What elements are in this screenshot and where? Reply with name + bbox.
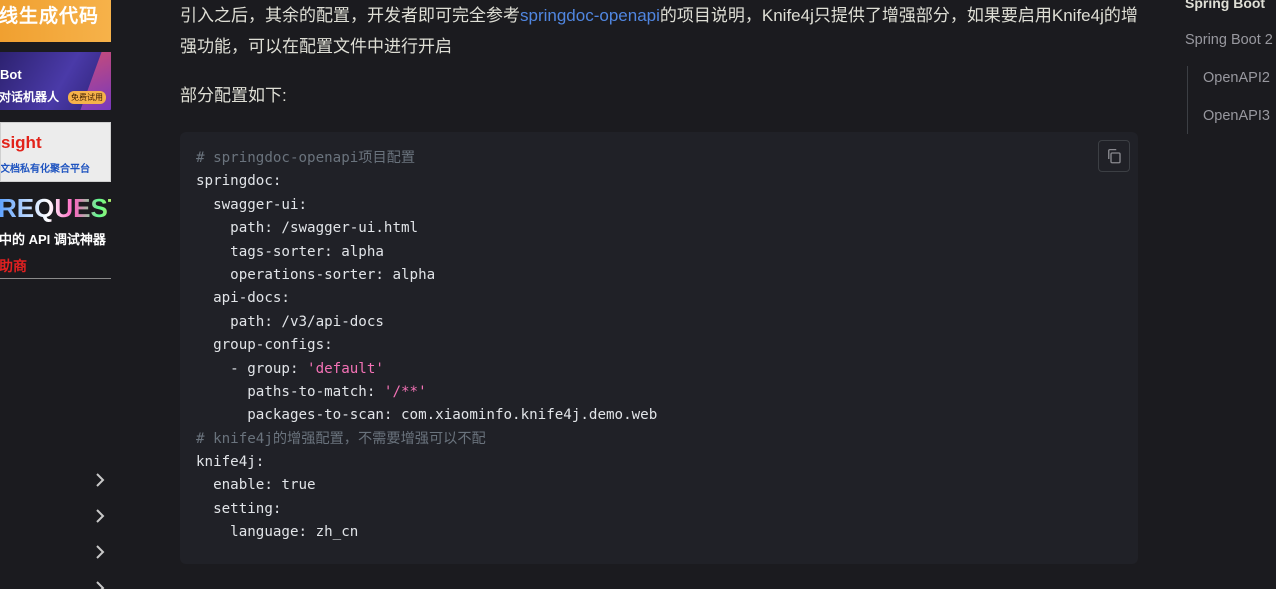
divider — [0, 278, 111, 279]
code-line: operations-sorter: alpha — [196, 266, 436, 283]
banner-text: 线生成代码 — [0, 6, 100, 27]
code-line: paths-to-match: '/**' — [196, 381, 657, 404]
left-sidebar: 线生成代码 Bot 对话机器人 免费试用 sight 文档私有化聚合平台 REQ… — [0, 0, 111, 589]
outline-indent-bar — [1187, 66, 1188, 134]
sponsor-banner-insight[interactable]: sight 文档私有化聚合平台 — [0, 122, 111, 182]
outline-item-openapi3[interactable]: OpenAPI3 — [1203, 108, 1270, 124]
code-line: group-configs: — [196, 337, 333, 354]
banner-subtitle: 文档私有化聚合平台 — [0, 164, 90, 175]
code-line: path: /v3/api-docs — [196, 313, 384, 330]
yaml-code-block: # springdoc-openapi项目配置 springdoc: swagge… — [180, 132, 1138, 564]
code-line: # springdoc-openapi项目配置 — [196, 150, 416, 166]
banner-title: sight — [1, 133, 42, 152]
code-key: paths-to-match: — [196, 383, 384, 400]
code-line: tags-sorter: alpha — [196, 243, 384, 260]
chevron-right-icon[interactable] — [92, 544, 108, 560]
code-line: - group: 'default' — [196, 358, 657, 381]
copy-code-button[interactable] — [1098, 140, 1130, 172]
code-line: setting: — [196, 500, 282, 517]
chevron-right-icon[interactable] — [92, 508, 108, 524]
code-line: swagger-ui: — [196, 196, 308, 213]
intro-paragraph: 引入之后，其余的配置，开发者即可完全参考springdoc-openapi的项目… — [180, 0, 1138, 62]
code-line: path: /swagger-ui.html — [196, 220, 419, 237]
sponsor-label: 助商 — [0, 258, 27, 274]
page-outline: Spring Boot Spring Boot 2 OpenAPI2 OpenA… — [1185, 0, 1276, 589]
code-line: # knife4j的增强配置，不需要增强可以不配 — [196, 430, 486, 447]
code-line: api-docs: — [196, 290, 290, 307]
code-content: # springdoc-openapi项目配置 springdoc: swagge… — [196, 147, 657, 545]
code-line: enable: true — [196, 477, 316, 494]
springdoc-openapi-link[interactable]: springdoc-openapi — [520, 6, 660, 25]
code-string: 'default' — [307, 360, 384, 377]
chevron-right-icon[interactable] — [92, 580, 108, 589]
banner-subtitle: 对话机器人 — [0, 90, 60, 104]
chevron-right-icon[interactable] — [92, 472, 108, 488]
banner-subtitle: 中的 API 调试神器 — [0, 232, 106, 247]
copy-icon — [1108, 148, 1121, 164]
code-line: springdoc: — [196, 173, 282, 190]
paragraph-text: 引入之后，其余的配置，开发者即可完全参考 — [180, 6, 520, 25]
outline-item-openapi2[interactable]: OpenAPI2 — [1203, 70, 1270, 86]
code-key: - group: — [196, 360, 308, 377]
sponsor-banner-code-gen[interactable]: 线生成代码 — [0, 0, 111, 42]
code-line: language: zh_cn — [196, 524, 359, 541]
banner-badge: 免费试用 — [68, 91, 106, 104]
code-line: packages-to-scan: com.xiaominfo.knife4j.… — [196, 407, 658, 424]
banner-title: REQUEST — [0, 193, 111, 224]
sponsor-banner-request[interactable]: REQUEST 中的 API 调试神器 — [0, 192, 111, 250]
code-string: '/**' — [383, 383, 427, 400]
code-line: knife4j: — [196, 454, 265, 471]
sponsor-banner-bot[interactable]: Bot 对话机器人 免费试用 — [0, 52, 111, 110]
config-intro-text: 部分配置如下: — [180, 86, 287, 105]
outline-title: Spring Boot — [1185, 0, 1266, 11]
outline-item[interactable]: Spring Boot 2 — [1185, 32, 1273, 48]
banner-title: Bot — [0, 67, 22, 82]
